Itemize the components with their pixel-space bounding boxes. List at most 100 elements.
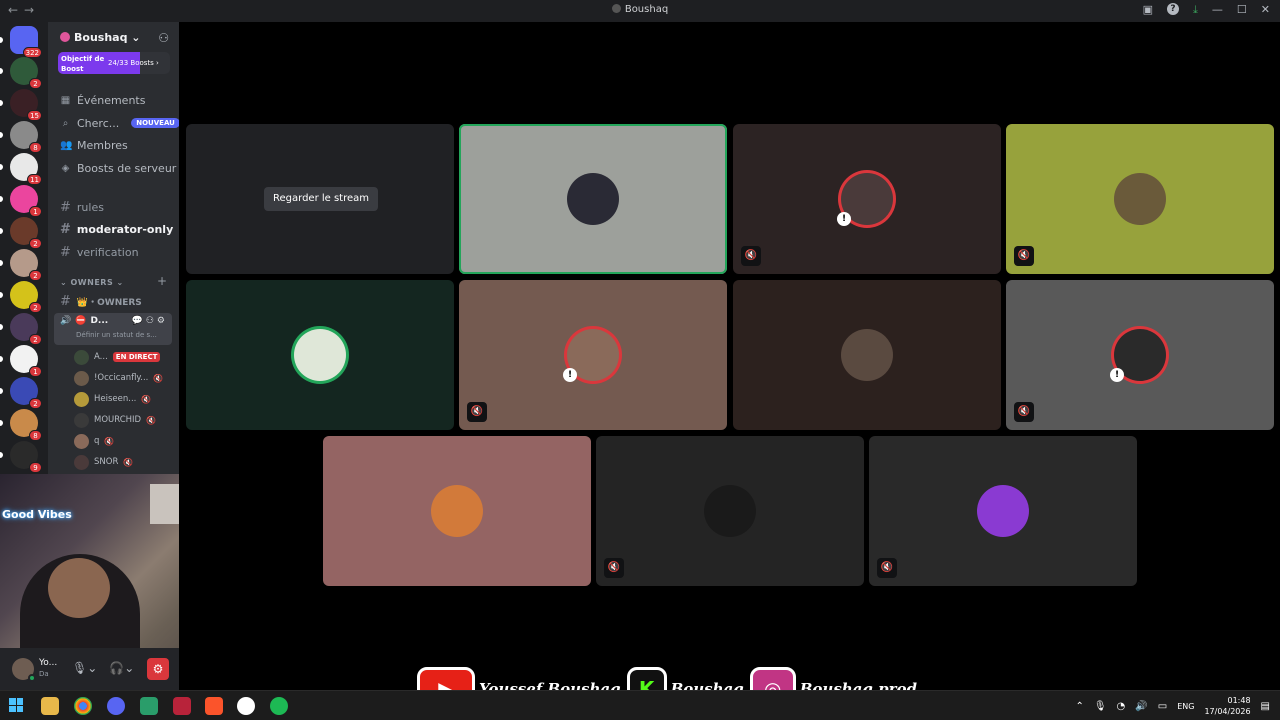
participant-tile[interactable] [459, 124, 727, 274]
muted-icon: 🔇 [877, 558, 897, 578]
server-icon[interactable]: 2 [0, 377, 42, 409]
participant-tile[interactable]: 🔇 [869, 436, 1137, 586]
brave-icon[interactable] [205, 697, 223, 715]
mention-badge: 2 [29, 302, 42, 313]
avatar [74, 412, 89, 428]
language-indicator[interactable]: ENG [1177, 702, 1194, 711]
channel-moderator-only[interactable]: # moderator-only [60, 221, 173, 237]
avatar [704, 485, 756, 537]
username[interactable]: Yo... [39, 658, 57, 668]
participant-tile[interactable]: 🔇 [1006, 124, 1274, 274]
warning-icon: ! [837, 212, 851, 226]
neon-sign: Good Vibes [2, 508, 72, 521]
app-icon[interactable] [140, 697, 158, 715]
participant-tile[interactable]: Regarder le stream [186, 124, 454, 274]
muted-mic-icon: 🔇 [153, 373, 164, 383]
voice-user[interactable]: SNOR 🔇 [74, 453, 133, 471]
voice-channel-actions[interactable]: 💬⚇⚙ [132, 316, 168, 326]
network-icon[interactable]: ◔ [1117, 701, 1126, 712]
watch-stream-button[interactable]: Regarder le stream [264, 187, 379, 211]
voice-user[interactable]: !Occicanfly... 🔇 [74, 369, 163, 387]
participant-tile[interactable] [733, 280, 1001, 430]
boost-goal[interactable]: Objectif de Boost 24/33 Boosts › [58, 52, 170, 74]
battery-icon[interactable]: ▭ [1158, 701, 1167, 712]
help-icon[interactable]: ? [1167, 3, 1180, 15]
voice-user[interactable]: MOURCHID 🔇 [74, 411, 156, 429]
clock[interactable]: 01:48 17/04/2026 [1204, 695, 1250, 717]
headphones-icon[interactable]: 🎧⌄ [109, 661, 134, 675]
invite-icon[interactable]: ⚇ [158, 31, 169, 45]
menu-search[interactable]: ⌕ Cherc... NOUVEAU [60, 115, 179, 131]
search-icon: ⌕ [62, 117, 69, 129]
chevron-up-icon[interactable]: ⌃ [1075, 701, 1083, 712]
channel-rules[interactable]: # rules [60, 199, 104, 215]
muted-icon: 🔇 [467, 402, 487, 422]
voice-channel-name: 🔊 ⛔ D... [60, 316, 109, 326]
title-actions: ▣ ? ⤓ — ☐ ✕ [1143, 3, 1270, 17]
server-icon[interactable]: 1 [0, 345, 42, 377]
boost-label: Objectif de Boost [61, 55, 105, 73]
voice-user-name: MOURCHID [94, 415, 142, 425]
server-icon[interactable]: 2 [0, 217, 42, 249]
participant-tile[interactable]: ! 🔇 [733, 124, 1001, 274]
unread-pill [0, 164, 3, 170]
mic-icon[interactable]: 🎙 [1094, 701, 1107, 712]
spotify-icon[interactable] [270, 697, 288, 715]
server-icon[interactable]: 11 [0, 153, 42, 185]
avatar[interactable] [12, 658, 36, 682]
muted-icon: 🔇 [1014, 402, 1034, 422]
add-channel-icon[interactable]: + [157, 274, 167, 288]
server-icon[interactable]: 2 [0, 281, 42, 313]
server-icon[interactable]: 8 [0, 409, 42, 441]
unread-pill [0, 37, 3, 43]
minimize-button[interactable]: — [1212, 3, 1223, 17]
server-icon[interactable]: 15 [0, 89, 42, 121]
server-icon[interactable]: 8 [0, 121, 42, 153]
discord-icon[interactable] [107, 697, 125, 715]
muted-icon: 🔇 [604, 558, 624, 578]
voice-user[interactable]: Heiseen... 🔇 [74, 390, 151, 408]
menu-boosts[interactable]: ◈ Boosts de serveur [60, 160, 177, 176]
participant-tile[interactable]: ! 🔇 [1006, 280, 1274, 430]
channel-verification[interactable]: # verification [60, 244, 139, 260]
server-icon[interactable]: 2 [0, 313, 42, 345]
inbox-icon[interactable]: ▣ [1143, 3, 1153, 17]
close-button[interactable]: ✕ [1261, 3, 1270, 17]
windows-start-icon[interactable] [9, 698, 23, 712]
voice-user[interactable]: A... EN DIRECT [74, 348, 161, 366]
server-icon[interactable]: 9 [0, 441, 42, 473]
app-icon[interactable] [173, 697, 191, 715]
category-owners[interactable]: ⌄ OWNERS ⌄ [60, 278, 124, 287]
server-name[interactable]: Boushaq ⌄ [60, 31, 141, 44]
maximize-button[interactable]: ☐ [1237, 3, 1247, 17]
server-icon [611, 4, 621, 13]
file-explorer-icon[interactable] [41, 697, 59, 715]
server-icon[interactable]: 1 [0, 185, 42, 217]
members-icon: 👥 [60, 139, 73, 151]
home-icon[interactable]: 322 [0, 26, 42, 58]
participant-tile[interactable] [186, 280, 454, 430]
participant-tile[interactable]: ! 🔇 [459, 280, 727, 430]
settings-gear-icon[interactable]: ⚙ [147, 658, 169, 680]
volume-icon[interactable]: 🔊 [1135, 701, 1147, 712]
server-icon[interactable]: 2 [0, 249, 42, 281]
mic-icon[interactable]: 🎙⌄ [72, 661, 97, 675]
voice-user-name: A... [94, 352, 108, 362]
app-icon[interactable] [237, 697, 255, 715]
warning-icon: ! [1110, 368, 1124, 382]
voice-status[interactable]: Définir un statut de s... [76, 331, 157, 339]
notification-icon[interactable]: ▤ [1261, 701, 1270, 712]
download-icon[interactable]: ⤓ [1193, 3, 1198, 17]
voice-user[interactable]: q 🔇 [74, 432, 114, 450]
voice-channel[interactable]: 🔊 ⛔ D... 💬⚇⚙ Définir un statut de s... [54, 313, 172, 345]
muted-mic-icon: 🔇 [123, 457, 134, 467]
server-icon[interactable]: 2 [0, 57, 42, 89]
participant-tile[interactable]: 🔇 [596, 436, 864, 586]
menu-members[interactable]: 👥 Membres [60, 137, 128, 153]
voice-user-name: q [94, 436, 100, 446]
channel-owners[interactable]: # 👑・OWNERS [60, 293, 142, 309]
unread-pill [0, 420, 3, 426]
menu-events[interactable]: ▦ Événements [60, 92, 146, 108]
participant-tile[interactable] [323, 436, 591, 586]
chrome-icon[interactable] [74, 697, 92, 715]
